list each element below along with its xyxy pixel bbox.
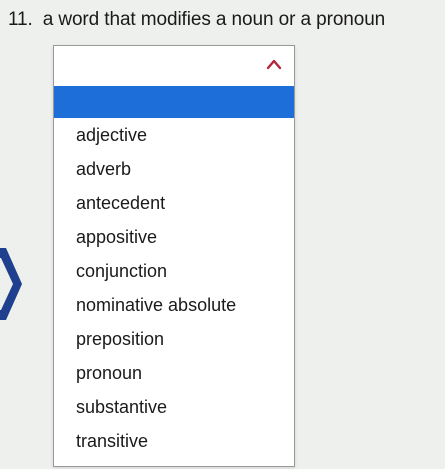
dropdown-option-substantive[interactable]: substantive [54, 390, 294, 424]
arrow-right-icon [0, 248, 22, 320]
dropdown-option-transitive[interactable]: transitive [54, 424, 294, 458]
dropdown-highlighted-option[interactable] [54, 86, 294, 118]
dropdown-option-conjunction[interactable]: conjunction [54, 254, 294, 288]
dropdown-option-preposition[interactable]: preposition [54, 322, 294, 356]
answer-dropdown[interactable]: adjective adverb antecedent appositive c… [53, 45, 295, 467]
dropdown-option-adjective[interactable]: adjective [54, 118, 294, 152]
dropdown-select-box[interactable] [54, 46, 294, 86]
dropdown-option-appositive[interactable]: appositive [54, 220, 294, 254]
question-prompt: 11. a word that modifies a noun or a pron… [8, 9, 385, 31]
dropdown-option-pronoun[interactable]: pronoun [54, 356, 294, 390]
dropdown-option-adverb[interactable]: adverb [54, 152, 294, 186]
question-number: 11. [8, 9, 33, 30]
dropdown-option-antecedent[interactable]: antecedent [54, 186, 294, 220]
dropdown-option-nominative-absolute[interactable]: nominative absolute [54, 288, 294, 322]
question-text: a word that modifies a noun or a pronoun [42, 9, 386, 30]
dropdown-options-list: adjective adverb antecedent appositive c… [54, 118, 294, 458]
chevron-up-icon[interactable] [266, 58, 282, 70]
